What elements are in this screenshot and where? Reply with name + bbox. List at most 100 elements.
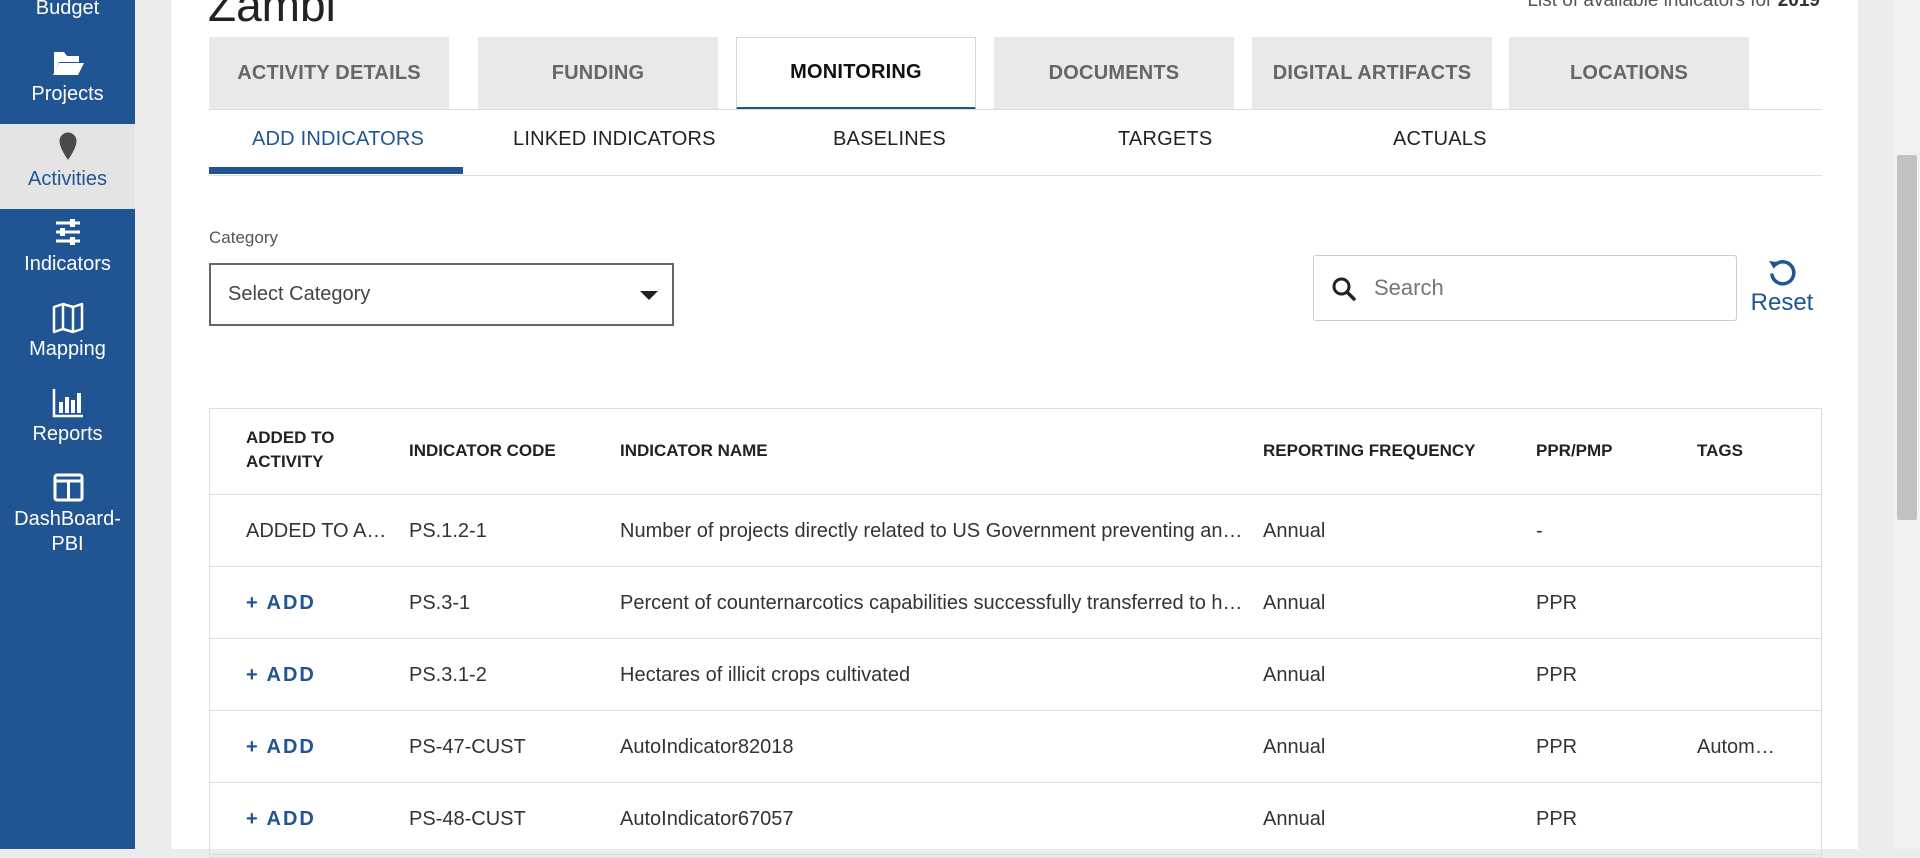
bar-chart-icon [48, 384, 88, 422]
ppr-pmp-text: PPR [1536, 663, 1578, 686]
tab-activity-details[interactable]: ACTIVITY DETAILS [209, 37, 449, 110]
tab-documents[interactable]: DOCUMENTS [994, 37, 1234, 110]
subtab-divider [209, 175, 1822, 176]
search-box [1313, 255, 1737, 321]
ppr-pmp: PPR [1536, 783, 1686, 855]
map-pin-icon [48, 129, 88, 167]
sidebar-item-label: Reports [32, 423, 103, 445]
subtab-targets[interactable]: TARGETS [1118, 128, 1212, 151]
subtab-baselines[interactable]: BASELINES [833, 128, 946, 151]
indicator-code-text: PS-48-CUST [409, 807, 526, 830]
reporting-frequency: Annual [1263, 711, 1523, 783]
sidebar-item-indicators[interactable]: Indicators [0, 214, 135, 294]
tab-locations[interactable]: LOCATIONS [1509, 37, 1749, 110]
sidebar-item-budget[interactable]: Budget [0, 0, 135, 26]
indicator-name-text: Percent of counternarcotics capabilities… [620, 591, 1252, 614]
tags [1697, 783, 1779, 855]
tags [1697, 495, 1779, 567]
tags: Automation [1697, 711, 1779, 783]
tab-monitoring[interactable]: MONITORING [736, 37, 976, 110]
sidebar: Budget Projects Activities Indicators Ma… [0, 0, 135, 849]
indicator-code: PS-48-CUST [409, 783, 609, 855]
sidebar-item-label: Indicators [24, 253, 111, 275]
sidebar-item-label: DashBoard-PBI [14, 508, 121, 555]
ppr-pmp: PPR [1536, 639, 1686, 711]
table-row: + ADD PS.3-1 Percent of counternarcotics… [210, 567, 1821, 639]
indicator-code-text: PS.3-1 [409, 591, 471, 614]
col-tags: TAGS [1697, 441, 1743, 460]
columns-icon [48, 469, 88, 507]
col-indicator-name: INDICATOR NAME [620, 441, 768, 460]
sidebar-item-mapping[interactable]: Mapping [0, 299, 135, 379]
ppr-pmp-text: PPR [1536, 807, 1578, 830]
added-status-text: ADDED TO ACTIVITY [246, 519, 396, 542]
add-button[interactable]: + ADD [246, 664, 396, 687]
tab-digital-artifacts[interactable]: DIGITAL ARTIFACTS [1252, 37, 1492, 110]
ppr-pmp: PPR [1536, 567, 1686, 639]
indicator-name: AutoIndicator67057 [620, 783, 1252, 855]
ppr-pmp-text: - [1536, 519, 1543, 542]
table-row: + ADD PS.3.1-2 Hectares of illicit crops… [210, 639, 1821, 711]
search-input[interactable] [1374, 268, 1714, 308]
tags [1697, 567, 1779, 639]
add-button[interactable]: + ADD [246, 736, 396, 759]
reset-button[interactable]: Reset [1748, 257, 1816, 317]
tab-divider [209, 109, 1822, 110]
active-subtab-indicator [209, 167, 463, 174]
indicator-code-text: PS.1.2-1 [409, 519, 487, 542]
col-added-line2: ACTIVITY [246, 452, 324, 471]
indicator-name-text: AutoIndicator82018 [620, 735, 794, 758]
subtab-actuals[interactable]: ACTUALS [1393, 128, 1487, 151]
sidebar-item-label: Mapping [29, 338, 106, 360]
col-indicator-code: INDICATOR CODE [409, 441, 556, 460]
subtab-linked-indicators[interactable]: LINKED INDICATORS [513, 128, 716, 151]
col-reporting-frequency: REPORTING FREQUENCY [1263, 441, 1476, 460]
tab-funding[interactable]: FUNDING [478, 37, 718, 110]
subtab-add-indicators[interactable]: ADD INDICATORS [252, 128, 424, 151]
available-prefix: List of available indicators for [1527, 0, 1773, 11]
sidebar-item-dashboard-pbi[interactable]: DashBoard-PBI [0, 469, 135, 569]
sidebar-item-label: Budget [35, 0, 100, 19]
reporting-frequency: Annual [1263, 639, 1523, 711]
sidebar-item-reports[interactable]: Reports [0, 384, 135, 464]
add-cell: + ADD [246, 711, 396, 783]
indicator-code-text: PS.3.1-2 [409, 663, 487, 686]
category-label: Category [209, 228, 278, 247]
reporting-frequency-text: Annual [1263, 663, 1326, 686]
indicator-code: PS-47-CUST [409, 711, 609, 783]
sidebar-item-projects[interactable]: Projects [0, 44, 135, 124]
reporting-frequency: Annual [1263, 567, 1523, 639]
indicator-code: PS.3-1 [409, 567, 609, 639]
add-button[interactable]: + ADD [246, 808, 396, 831]
available-year: 2019 [1777, 0, 1820, 11]
tags-text: Automation [1697, 735, 1779, 758]
reporting-frequency-text: Annual [1263, 591, 1326, 614]
indicator-name-text: Number of projects directly related to U… [620, 519, 1252, 542]
indicator-name-text: AutoIndicator67057 [620, 807, 794, 830]
available-indicators-caption: List of available indicators for 2019 [1527, 0, 1820, 12]
main-panel: Zambi List of available indicators for 2… [171, 0, 1858, 858]
add-button[interactable]: + ADD [246, 592, 396, 615]
sidebar-item-activities[interactable]: Activities [0, 124, 135, 209]
tags [1697, 639, 1779, 711]
add-cell: + ADD [246, 639, 396, 711]
add-cell: + ADD [246, 567, 396, 639]
category-select[interactable]: Select Category [209, 263, 674, 326]
ppr-pmp: PPR [1536, 711, 1686, 783]
col-added-line1: ADDED TO [246, 428, 335, 447]
reporting-frequency: Annual [1263, 783, 1523, 855]
scrollbar-thumb[interactable] [1897, 155, 1917, 520]
caret-down-icon [640, 291, 658, 300]
sidebar-item-label: Activities [28, 168, 107, 190]
sliders-icon [48, 214, 88, 252]
reporting-frequency-text: Annual [1263, 519, 1326, 542]
col-ppr-pmp: PPR/PMP [1536, 441, 1613, 460]
map-icon [48, 299, 88, 337]
table-row: + ADD PS-48-CUST AutoIndicator67057 Annu… [210, 783, 1821, 855]
table-row: ADDED TO ACTIVITY PS.1.2-1 Number of pro… [210, 495, 1821, 567]
indicator-name: Percent of counternarcotics capabilities… [620, 567, 1252, 639]
indicator-name: Hectares of illicit crops cultivated [620, 639, 1252, 711]
indicator-name: Number of projects directly related to U… [620, 495, 1252, 567]
folder-open-icon [48, 44, 88, 82]
ppr-pmp-text: PPR [1536, 591, 1578, 614]
